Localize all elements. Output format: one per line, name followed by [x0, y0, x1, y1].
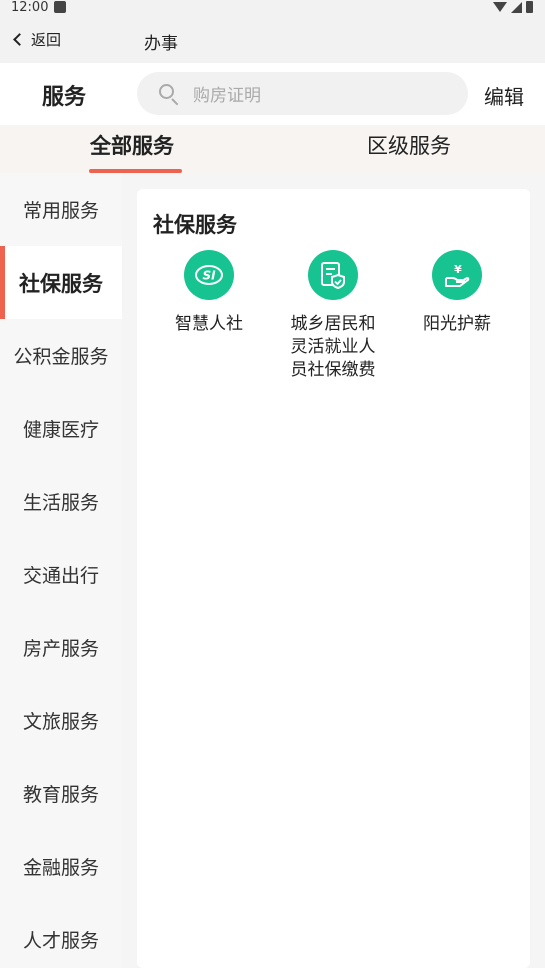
search-row: 服务 购房证明 编辑: [0, 63, 545, 125]
services-heading: 服务: [42, 85, 87, 110]
page-title: 办事: [144, 34, 178, 54]
service-resident-insurance-payment[interactable]: 城乡居民和灵活就业人员社保缴费: [278, 250, 388, 382]
sidebar-item-education[interactable]: 教育服务: [0, 757, 122, 830]
battery-icon: [526, 1, 533, 13]
sidebar-item-talent[interactable]: 人才服务: [0, 903, 122, 968]
service-label: 城乡居民和灵活就业人员社保缴费: [290, 314, 376, 380]
service-smart-hr[interactable]: SI 智慧人社: [154, 250, 264, 336]
tab-bar: 全部服务 区级服务: [0, 125, 545, 173]
back-button[interactable]: 返回: [12, 29, 61, 50]
sidebar-item-social-security[interactable]: 社保服务: [0, 246, 122, 319]
svg-text:SI: SI: [202, 269, 216, 283]
wifi-icon: [493, 2, 507, 12]
nav-bar: 返回 办事: [0, 16, 545, 63]
sidebar-item-common[interactable]: 常用服务: [0, 173, 122, 246]
si-logo-icon: SI: [184, 250, 234, 300]
status-time: 12:00: [11, 0, 49, 15]
sidebar-item-culture-tourism[interactable]: 文旅服务: [0, 684, 122, 757]
status-bar: 12:00: [0, 0, 545, 16]
status-icons: [493, 1, 533, 13]
tab-all-services[interactable]: 全部服务: [90, 130, 174, 160]
search-placeholder: 购房证明: [193, 86, 261, 106]
search-icon: [159, 83, 179, 105]
sidebar-item-health[interactable]: 健康医疗: [0, 392, 122, 465]
yuan-hand-icon: ¥: [432, 250, 482, 300]
service-label: 智慧人社: [175, 314, 243, 334]
document-shield-icon: [308, 250, 358, 300]
section-title: 社保服务: [153, 213, 237, 237]
notification-icon: [54, 1, 66, 13]
sidebar-item-transport[interactable]: 交通出行: [0, 538, 122, 611]
service-section-card: 社保服务 SI 智慧人社 城乡居民和灵活就业人员社保缴费 ¥ 阳光护薪: [137, 189, 530, 968]
service-label: 阳光护薪: [423, 314, 491, 334]
sidebar-item-housing-fund[interactable]: 公积金服务: [0, 319, 122, 392]
back-label: 返回: [31, 31, 62, 49]
signal-icon: [511, 1, 522, 13]
category-sidebar: 常用服务 社保服务 公积金服务 健康医疗 生活服务 交通出行 房产服务 文旅服务…: [0, 173, 122, 968]
service-sunshine-wage[interactable]: ¥ 阳光护薪: [402, 250, 512, 336]
tab-district-services[interactable]: 区级服务: [367, 130, 451, 160]
chevron-left-icon: [13, 33, 26, 46]
sidebar-item-life[interactable]: 生活服务: [0, 465, 122, 538]
sidebar-item-property[interactable]: 房产服务: [0, 611, 122, 684]
sidebar-item-finance[interactable]: 金融服务: [0, 830, 122, 903]
svg-text:¥: ¥: [454, 263, 462, 276]
edit-button[interactable]: 编辑: [484, 81, 524, 110]
search-input[interactable]: 购房证明: [137, 72, 468, 115]
